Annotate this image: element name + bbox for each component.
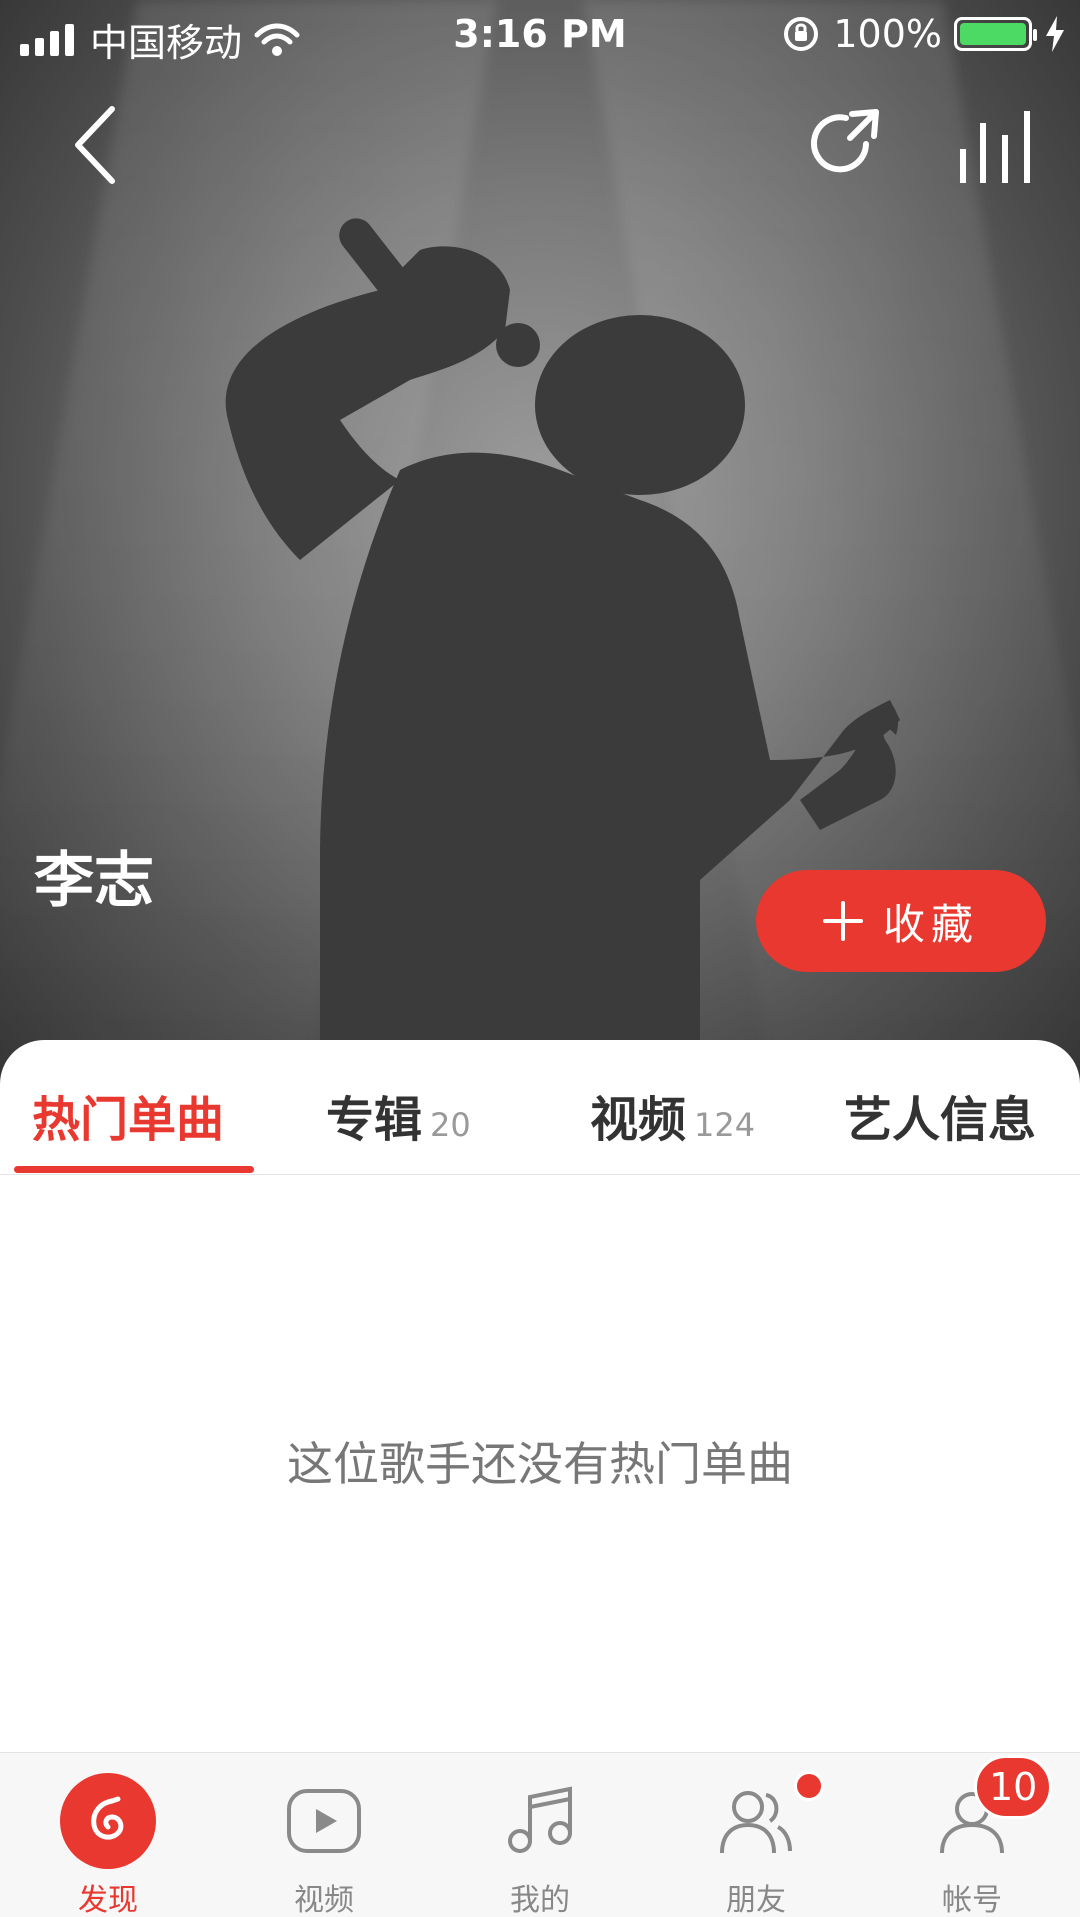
artist-tabs: 热门单曲 专辑 20 视频 124 艺人信息: [0, 1040, 1080, 1175]
nav-item-friends[interactable]: 朋友: [648, 1753, 864, 1917]
empty-state-message: 这位歌手还没有热门单曲: [287, 1437, 793, 1491]
favorite-button[interactable]: 收藏: [756, 870, 1046, 972]
share-icon: [811, 109, 879, 173]
plus-icon: [822, 901, 863, 941]
now-playing-button[interactable]: [955, 100, 1035, 190]
tab-label: 艺人信息: [844, 1092, 1037, 1148]
favorite-button-label: 收藏: [882, 899, 979, 949]
tab-artist-info[interactable]: 艺人信息: [844, 1080, 1036, 1150]
share-button[interactable]: [800, 98, 890, 188]
friends-icon: [708, 1773, 804, 1869]
charging-icon: [1046, 16, 1064, 52]
nav-item-video[interactable]: 视频: [216, 1753, 432, 1917]
battery-percent: 100%: [833, 12, 942, 56]
tab-count: 20: [430, 1106, 471, 1144]
battery-icon: [954, 17, 1037, 51]
tab-hot-songs[interactable]: 热门单曲: [32, 1080, 224, 1150]
account-notification-badge: 10: [974, 1755, 1053, 1819]
nav-item-mine[interactable]: 我的: [432, 1753, 648, 1917]
video-play-icon: [276, 1773, 372, 1869]
tab-albums[interactable]: 专辑 20: [326, 1080, 471, 1150]
friends-notification-dot: [794, 1771, 824, 1801]
status-bar: 中国移动 3:16 PM 100%: [0, 0, 1080, 70]
nav-label: 朋友: [726, 1883, 786, 1917]
tab-label: 热门单曲: [32, 1092, 225, 1148]
discover-icon: [60, 1773, 156, 1869]
nav-item-account[interactable]: 10 帐号: [864, 1753, 1080, 1917]
artist-name: 李志: [34, 846, 154, 916]
nav-label: 视频: [294, 1883, 354, 1917]
tab-label: 视频: [590, 1092, 687, 1148]
tab-label: 专辑: [326, 1092, 423, 1148]
active-tab-indicator: [14, 1166, 254, 1173]
tab-videos[interactable]: 视频 124: [590, 1080, 755, 1150]
tab-count: 124: [694, 1106, 756, 1144]
nav-label: 帐号: [942, 1883, 1002, 1917]
bottom-nav: 发现 视频 我的 朋友 10 帐号: [0, 1752, 1080, 1917]
nav-label: 我的: [510, 1883, 570, 1917]
equalizer-icon: [960, 111, 1030, 183]
music-note-icon: [492, 1773, 588, 1869]
chevron-left-icon: [75, 106, 115, 184]
nav-label: 发现: [78, 1883, 138, 1917]
status-right: 100%: [781, 12, 1066, 56]
orientation-lock-icon: [784, 17, 819, 51]
content-panel: 热门单曲 专辑 20 视频 124 艺人信息 这位歌手还没有热门单曲: [0, 1040, 1080, 1820]
nav-item-discover[interactable]: 发现: [0, 1753, 216, 1917]
back-button[interactable]: [50, 95, 140, 195]
